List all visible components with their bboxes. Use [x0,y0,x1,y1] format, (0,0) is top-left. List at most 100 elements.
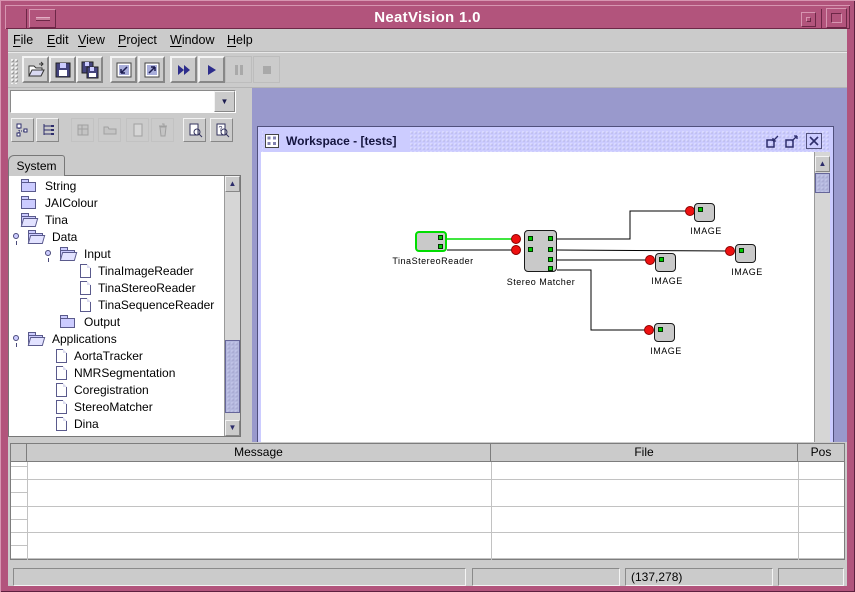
node-label: IMAGE [651,276,683,286]
tree-item-output[interactable]: Output [9,314,223,331]
input-port[interactable] [658,327,663,332]
expand-knob-icon[interactable] [13,335,19,341]
help-search-button[interactable]: ? [210,118,233,142]
menu-project[interactable]: Project [118,29,157,52]
expand-knob-icon[interactable] [45,250,51,256]
message-table: Message File Pos [10,443,845,560]
window-menu-button[interactable] [29,9,56,28]
workspace-scrollbar[interactable]: ▲ [814,152,830,442]
list-view-button[interactable] [36,118,59,142]
output-port[interactable] [438,235,443,240]
node-tinastereoreader[interactable] [415,231,447,252]
column-header-file[interactable]: File [491,444,798,462]
workspace-titlebar[interactable]: Workspace - [tests] [261,130,830,152]
node-image-2[interactable] [735,244,756,263]
class-search-combobox[interactable]: ▼ [10,90,236,113]
grid-line [11,466,27,467]
column-header-pos[interactable]: Pos [798,444,844,462]
tree-view-button[interactable] [11,118,34,142]
input-port[interactable] [659,257,664,262]
tree-item-tinaimagereader[interactable]: TinaImageReader [9,263,223,280]
document-icon [56,366,67,380]
output-port[interactable] [548,266,553,271]
grid-line [11,545,27,546]
node-label: IMAGE [690,226,722,236]
output-port[interactable] [548,257,553,262]
tree-item-string[interactable]: String [9,178,223,195]
class-search-input[interactable] [12,92,214,111]
workspace-title: Workspace - [tests] [286,134,396,148]
node-image-4[interactable] [654,323,675,342]
frame-close-button[interactable] [806,133,822,149]
menu-window[interactable]: Window [170,29,214,52]
tree-item-stereomatcher[interactable]: StereoMatcher [9,399,223,416]
node-image-1[interactable] [694,203,715,222]
class-tree-panel: String JAIColour Tina Data Input TinaIma… [8,175,241,437]
frame-maximize-button[interactable] [785,133,801,149]
tree-item-applications[interactable]: Applications [9,331,223,348]
output-port[interactable] [438,244,443,249]
search-docs-button[interactable] [183,118,206,142]
run-button[interactable] [198,56,225,83]
new-folder-button[interactable] [98,118,121,142]
scroll-down-icon[interactable]: ▼ [225,420,240,436]
node-image-3[interactable] [655,253,676,272]
dropdown-arrow-icon[interactable]: ▼ [214,91,235,112]
save-all-button[interactable] [76,56,103,83]
window-minimize-button[interactable] [801,12,816,27]
pause-icon [229,60,249,80]
input-port[interactable] [528,247,533,252]
workspace-frame: Workspace - [tests] [258,127,833,442]
menu-help[interactable]: Help [227,29,253,52]
tree-item-coregistration[interactable]: Coregistration [9,382,223,399]
workspace-scrollbar-thumb[interactable] [815,173,830,193]
tree-item-dina[interactable]: Dina [9,416,223,433]
input-port[interactable] [739,248,744,253]
new-document-button[interactable] [126,118,149,142]
workspace-canvas[interactable]: TinaStereoReader Stereo Matcher [261,152,814,442]
window-maximize-button[interactable] [826,8,847,28]
tree-item-input[interactable]: Input [9,246,223,263]
scroll-up-icon[interactable]: ▲ [815,156,830,172]
main-area: ▼ [8,88,847,442]
tree-item-jaicolour[interactable]: JAIColour [9,195,223,212]
frame-minimize-button[interactable] [766,133,782,149]
tab-system[interactable]: System [8,155,65,176]
save-button[interactable] [49,56,76,83]
document-icon [130,122,146,138]
input-port[interactable] [528,236,533,241]
tree-item-tinastereoreader[interactable]: TinaStereoReader [9,280,223,297]
tree-item-aortatracker[interactable]: AortaTracker [9,348,223,365]
grid-line [27,479,844,480]
scroll-up-icon[interactable]: ▲ [225,176,240,192]
tree-item-tinasequencereader[interactable]: TinaSequenceReader [9,297,223,314]
menu-file[interactable]: File [13,29,33,52]
node-stereo-matcher[interactable] [524,230,557,272]
menu-view[interactable]: View [78,29,105,52]
input-port[interactable] [698,207,703,212]
grid-line [27,506,844,507]
grid-line [27,558,844,559]
tree-item-tina[interactable]: Tina [9,212,223,229]
components-button[interactable] [71,118,94,142]
tree-item-data[interactable]: Data [9,229,223,246]
tree-scrollbar[interactable]: ▲ ▼ [224,176,240,436]
grid-line [11,519,27,520]
open-button[interactable] [22,56,49,83]
toolbar-grip[interactable] [10,58,18,84]
expand-knob-icon[interactable] [13,233,19,239]
column-header-message[interactable]: Message [27,444,491,462]
output-port[interactable] [548,247,553,252]
tree-scrollbar-thumb[interactable] [225,340,240,413]
window-content: File Edit View Project Window Help [8,29,847,586]
restore-workspace-button[interactable] [110,56,137,83]
delete-button[interactable] [151,118,174,142]
window-titlebar[interactable]: NeatVision 1.0 [5,5,850,29]
pause-button[interactable] [225,56,252,83]
expand-workspace-button[interactable] [138,56,165,83]
stop-button[interactable] [253,56,280,83]
output-port[interactable] [548,236,553,241]
menu-edit[interactable]: Edit [47,29,69,52]
run-all-button[interactable] [170,56,197,83]
tree-item-nmrsegmentation[interactable]: NMRSegmentation [9,365,223,382]
